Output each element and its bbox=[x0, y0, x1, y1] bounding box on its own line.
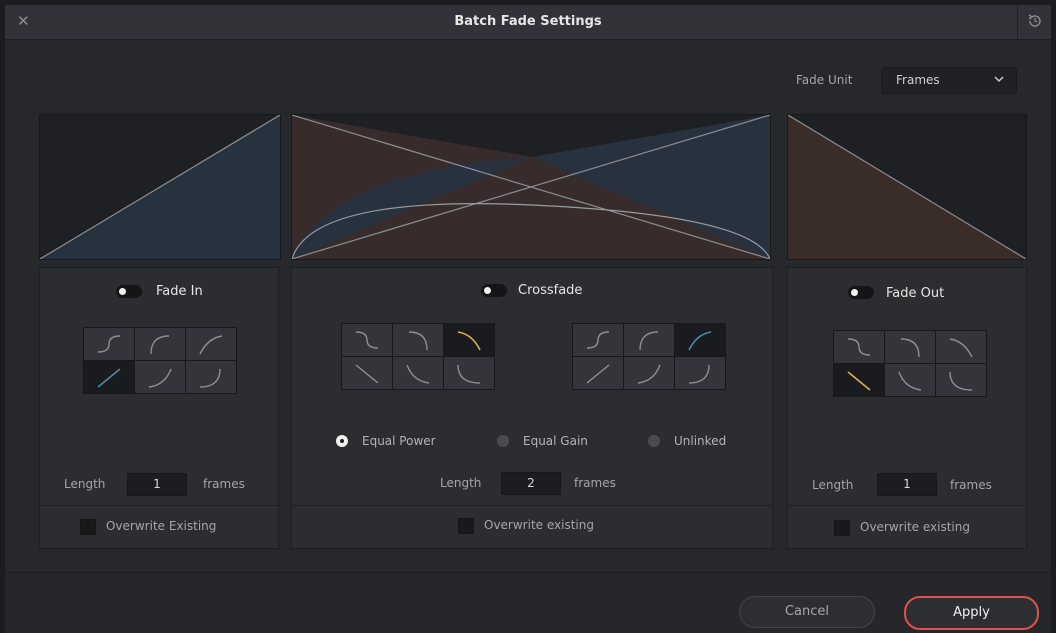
fade-curve-icon[interactable] bbox=[342, 357, 392, 389]
crossfade-toggle[interactable] bbox=[481, 284, 507, 297]
fade-curve-icon[interactable] bbox=[84, 361, 134, 393]
radio-equal-gain[interactable] bbox=[497, 435, 509, 447]
fade-curve-icon[interactable] bbox=[885, 331, 935, 363]
fade-out-graph bbox=[787, 114, 1027, 260]
crossfade-curves bbox=[292, 115, 770, 259]
fade-curve-icon[interactable] bbox=[135, 328, 185, 360]
dialog-footer: Cancel Apply bbox=[5, 572, 1051, 633]
titlebar-divider bbox=[1017, 5, 1018, 39]
fade-in-panel: Fade In Length 1 frames Overwrite Existi… bbox=[39, 267, 279, 549]
crossfade-overwrite-label: Overwrite existing bbox=[484, 518, 594, 532]
crossfade-out-curve-grid bbox=[341, 323, 495, 390]
chevron-down-icon bbox=[994, 76, 1004, 83]
fade-unit-value: Frames bbox=[896, 73, 940, 87]
crossfade-length-input[interactable]: 2 bbox=[501, 472, 561, 495]
unlinked-label: Unlinked bbox=[674, 434, 727, 448]
equal-gain-label: Equal Gain bbox=[523, 434, 588, 448]
fade-out-overwrite-label: Overwrite existing bbox=[860, 520, 970, 534]
title-bar: ✕ Batch Fade Settings bbox=[5, 5, 1051, 40]
fade-out-unit: frames bbox=[950, 478, 992, 492]
fade-in-overwrite-checkbox[interactable] bbox=[80, 519, 96, 535]
fade-curve-icon[interactable] bbox=[444, 357, 494, 389]
fade-curve-icon[interactable] bbox=[675, 324, 725, 356]
crossfade-panel: Crossfade Equal Power Equal Gain Unlinke… bbox=[291, 267, 773, 549]
fade-curve-icon[interactable] bbox=[834, 364, 884, 396]
fade-curve-icon[interactable] bbox=[135, 361, 185, 393]
fade-curve-icon[interactable] bbox=[834, 331, 884, 363]
crossfade-overwrite-row: Overwrite existing bbox=[292, 505, 772, 548]
crossfade-label: Crossfade bbox=[518, 283, 583, 298]
reset-icon[interactable] bbox=[1025, 11, 1045, 31]
window-title: Batch Fade Settings bbox=[454, 14, 602, 29]
fade-unit-dropdown[interactable]: Frames bbox=[881, 67, 1017, 94]
fade-in-length-input[interactable]: 1 bbox=[127, 473, 187, 496]
fade-in-overwrite-row: Overwrite Existing bbox=[40, 505, 278, 548]
fade-in-curve-grid bbox=[83, 327, 237, 394]
fade-curve-icon[interactable] bbox=[885, 364, 935, 396]
fade-out-length-input[interactable]: 1 bbox=[877, 473, 937, 496]
cancel-button[interactable]: Cancel bbox=[739, 596, 875, 628]
fade-in-graph bbox=[39, 114, 281, 260]
crossfade-overwrite-checkbox[interactable] bbox=[458, 518, 474, 534]
fade-curve-icon[interactable] bbox=[393, 324, 443, 356]
crossfade-length-label: Length bbox=[440, 476, 482, 490]
fade-curve-icon[interactable] bbox=[675, 357, 725, 389]
fade-in-length-value: 1 bbox=[153, 477, 161, 491]
crossfade-length-value: 2 bbox=[527, 476, 535, 490]
fade-out-curve bbox=[788, 115, 1026, 259]
fade-out-curve-grid bbox=[833, 330, 987, 397]
fade-in-curve bbox=[40, 115, 280, 259]
fade-curve-icon[interactable] bbox=[186, 361, 236, 393]
fade-curve-icon[interactable] bbox=[393, 357, 443, 389]
fade-in-label: Fade In bbox=[156, 284, 203, 299]
fade-out-label: Fade Out bbox=[886, 286, 945, 301]
batch-fade-window: ✕ Batch Fade Settings Fade Unit Frames F… bbox=[5, 5, 1051, 633]
equal-power-label: Equal Power bbox=[362, 434, 436, 448]
fade-curve-icon[interactable] bbox=[342, 324, 392, 356]
fade-in-toggle[interactable] bbox=[116, 285, 142, 298]
fade-out-length-value: 1 bbox=[903, 477, 911, 491]
fade-curve-icon[interactable] bbox=[624, 357, 674, 389]
fade-curve-icon[interactable] bbox=[186, 328, 236, 360]
fade-curve-icon[interactable] bbox=[84, 328, 134, 360]
crossfade-in-curve-grid bbox=[572, 323, 726, 390]
fade-out-overwrite-checkbox[interactable] bbox=[834, 520, 850, 536]
fade-in-overwrite-label: Overwrite Existing bbox=[106, 519, 217, 533]
radio-unlinked[interactable] bbox=[648, 435, 660, 447]
fade-curve-icon[interactable] bbox=[936, 364, 986, 396]
radio-equal-power[interactable] bbox=[336, 435, 348, 447]
fade-curve-icon[interactable] bbox=[624, 324, 674, 356]
fade-in-length-label: Length bbox=[64, 477, 106, 491]
apply-button[interactable]: Apply bbox=[904, 596, 1039, 630]
fade-out-toggle[interactable] bbox=[848, 286, 874, 299]
fade-curve-icon[interactable] bbox=[444, 324, 494, 356]
fade-curve-icon[interactable] bbox=[573, 324, 623, 356]
fade-curve-icon[interactable] bbox=[936, 331, 986, 363]
crossfade-unit: frames bbox=[574, 476, 616, 490]
fade-out-panel: Fade Out Length 1 frames Overwrite exist… bbox=[787, 267, 1027, 549]
fade-curve-icon[interactable] bbox=[573, 357, 623, 389]
fade-unit-label: Fade Unit bbox=[796, 73, 853, 87]
fade-out-length-label: Length bbox=[812, 478, 854, 492]
fade-out-overwrite-row: Overwrite existing bbox=[788, 505, 1026, 548]
fade-in-unit: frames bbox=[203, 477, 245, 491]
crossfade-graph bbox=[291, 114, 771, 260]
